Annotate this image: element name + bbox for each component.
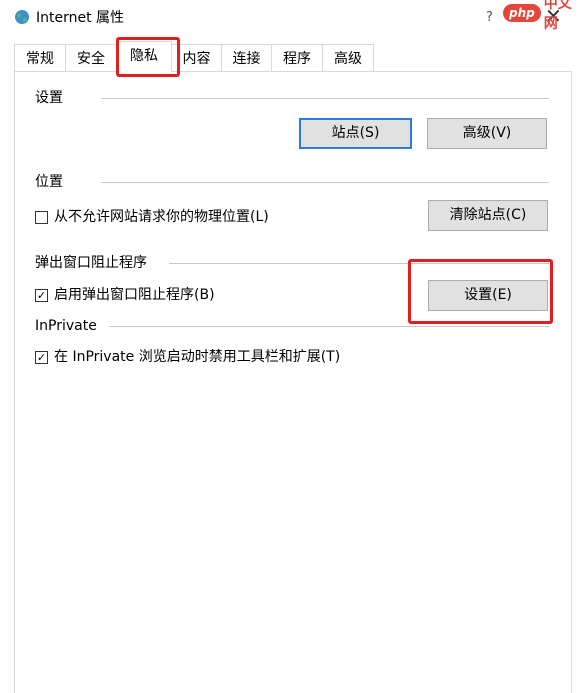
location-group-divider xyxy=(101,182,549,183)
enable-popup-blocker-label: 启用弹出窗口阻止程序(B) xyxy=(54,287,215,303)
disable-toolbars-label: 在 InPrivate 浏览启动时禁用工具栏和扩展(T) xyxy=(54,349,341,365)
watermark-logo: php xyxy=(503,4,541,22)
tab-privacy[interactable]: 隐私 xyxy=(116,41,172,72)
site-watermark: php 中文网 xyxy=(503,0,585,32)
settings-group-divider xyxy=(101,98,549,99)
popup-settings-button[interactable]: 设置(E) xyxy=(428,280,548,311)
tab-content[interactable]: 内容 xyxy=(171,44,222,72)
tab-advanced[interactable]: 高级 xyxy=(322,44,374,72)
popup-blocker-group-divider xyxy=(169,263,549,264)
block-location-label: 从不允许网站请求你的物理位置(L) xyxy=(54,209,269,225)
enable-popup-blocker-row[interactable]: ✓ 启用弹出窗口阻止程序(B) xyxy=(35,286,215,304)
block-location-row[interactable]: 从不允许网站请求你的物理位置(L) xyxy=(35,208,269,226)
tab-bar: 常规 安全 隐私 内容 连接 程序 高级 xyxy=(0,41,585,72)
location-group-label: 位置 xyxy=(35,174,63,190)
inprivate-group-label: InPrivate xyxy=(35,318,97,334)
tab-general[interactable]: 常规 xyxy=(14,44,66,72)
privacy-tab-panel: 设置 站点(S) 高级(V) 位置 从不允许网站请求你的物理位置(L) 清除站点… xyxy=(14,71,572,693)
watermark-text: 中文网 xyxy=(543,0,572,32)
settings-group-label: 设置 xyxy=(35,90,63,106)
sites-button[interactable]: 站点(S) xyxy=(299,118,412,149)
tab-programs[interactable]: 程序 xyxy=(271,44,323,72)
disable-toolbars-checkbox[interactable]: ✓ xyxy=(35,350,48,364)
enable-popup-blocker-checkbox[interactable]: ✓ xyxy=(35,288,48,302)
help-button[interactable]: ? xyxy=(486,10,493,25)
tab-connections[interactable]: 连接 xyxy=(221,44,272,72)
clear-sites-button[interactable]: 清除站点(C) xyxy=(428,200,548,231)
tab-security[interactable]: 安全 xyxy=(65,44,117,72)
disable-toolbars-row[interactable]: ✓ 在 InPrivate 浏览启动时禁用工具栏和扩展(T) xyxy=(35,348,340,366)
popup-blocker-group-label: 弹出窗口阻止程序 xyxy=(35,255,147,271)
window-title: Internet 属性 xyxy=(36,10,125,26)
globe-icon xyxy=(15,10,29,24)
inprivate-group-divider xyxy=(109,326,549,327)
block-location-checkbox[interactable] xyxy=(35,210,48,224)
title-bar: Internet 属性 ? ✕ php 中文网 xyxy=(0,0,585,36)
internet-properties-dialog: Internet 属性 ? ✕ php 中文网 常规 安全 隐私 内容 连接 程… xyxy=(0,0,585,693)
advanced-settings-button[interactable]: 高级(V) xyxy=(427,118,547,149)
